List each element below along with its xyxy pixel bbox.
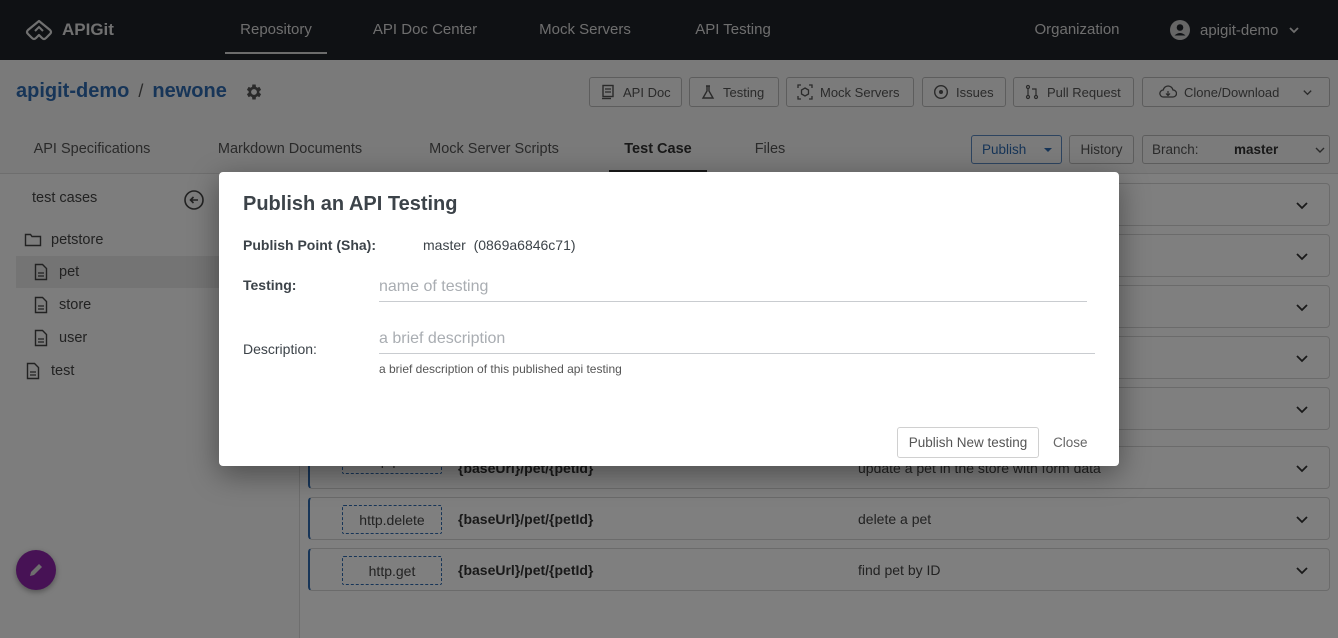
sha-value: master (0869a6846c71) [423, 237, 576, 253]
description-hint: a brief description of this published ap… [379, 362, 622, 376]
testing-name-input[interactable] [379, 272, 1087, 302]
sha-label: Publish Point (Sha): [243, 237, 376, 253]
description-label: Description: [243, 341, 317, 357]
publish-new-testing-button[interactable]: Publish New testing [897, 427, 1039, 458]
publish-testing-dialog: Publish an API Testing Publish Point (Sh… [219, 172, 1119, 466]
dialog-title: Publish an API Testing [243, 193, 458, 215]
description-input[interactable] [379, 324, 1095, 354]
testing-label: Testing: [243, 277, 297, 293]
close-button[interactable]: Close [1053, 427, 1088, 458]
